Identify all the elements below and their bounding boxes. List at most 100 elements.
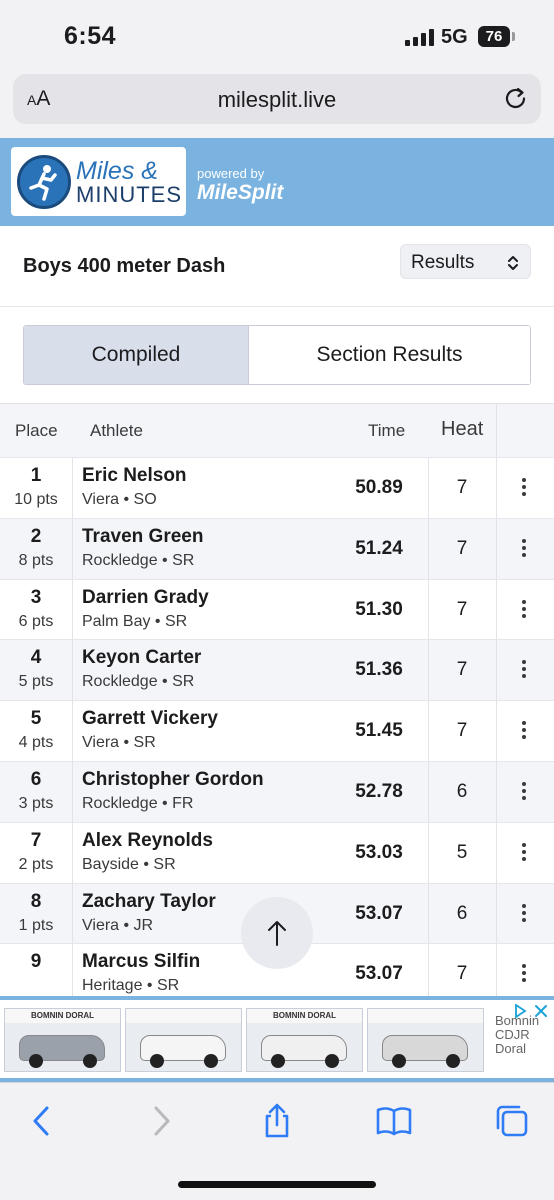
table-row[interactable]: 6 3 pts Christopher Gordon Rockledge • FR 52… — [0, 760, 554, 822]
car-wheel — [446, 1054, 460, 1068]
result-time: 50.89 — [355, 477, 403, 498]
column-separator — [72, 458, 73, 518]
more-options-icon[interactable] — [515, 721, 533, 741]
results-select[interactable]: Results — [400, 244, 531, 279]
signal-icon — [405, 29, 435, 46]
table-row[interactable]: 2 8 pts Traven Green Rockledge • SR 51.24 7 — [0, 517, 554, 579]
place: 7 — [30, 829, 42, 851]
more-options-icon[interactable] — [515, 903, 533, 924]
table-row[interactable]: 3 6 pts Darrien Grady Palm Bay • SR 51.30 7 — [0, 578, 554, 640]
results-view-toggle: Compiled Section Results — [23, 325, 531, 385]
divider — [0, 306, 554, 307]
runner-icon — [17, 155, 71, 209]
more-options-icon[interactable] — [515, 478, 533, 498]
status-bar: 6:54 5G 76 — [0, 0, 554, 70]
scroll-to-top-button[interactable] — [241, 897, 313, 969]
more-options-icon[interactable] — [515, 842, 533, 863]
points: 3 pts — [18, 794, 54, 812]
place: 2 — [30, 525, 42, 547]
car-wheel — [204, 1054, 218, 1068]
more-options-icon[interactable] — [515, 599, 533, 620]
column-separator — [496, 701, 497, 761]
table-row[interactable]: 7 2 pts Alex Reynolds Bayside • SR 53.03 5 — [0, 821, 554, 883]
reload-icon[interactable] — [503, 86, 529, 112]
header-athlete[interactable]: Athlete — [90, 421, 143, 441]
athlete-name[interactable]: Christopher Gordon — [82, 769, 264, 791]
column-separator — [496, 640, 497, 701]
athlete-name[interactable]: Garrett Vickery — [82, 708, 218, 730]
ad-car-image[interactable]: BOMNIN DORAL — [246, 1008, 363, 1072]
ad-car-image[interactable] — [125, 1008, 242, 1072]
bookmarks-icon[interactable] — [376, 1103, 412, 1139]
more-options-icon[interactable] — [515, 660, 533, 680]
column-separator — [496, 822, 497, 883]
column-separator — [72, 944, 73, 998]
table-row[interactable]: 1 10 pts Eric Nelson Viera • SO 50.89 7 — [0, 457, 554, 518]
site-banner: Miles & MINUTES powered by MileSplit — [0, 138, 554, 226]
address-bar[interactable]: AA milesplit.live — [13, 74, 541, 124]
browser-address-area: AA milesplit.live — [0, 70, 554, 138]
header-heat[interactable]: Heat — [441, 418, 483, 441]
dealer-sign: BOMNIN DORAL — [247, 1009, 362, 1023]
url-text[interactable]: milesplit.live — [13, 87, 541, 113]
athlete-name[interactable]: Darrien Grady — [82, 587, 209, 609]
place: 5 — [30, 708, 42, 730]
network-label: 5G — [441, 26, 468, 48]
car-wheel — [150, 1054, 164, 1068]
points: 6 pts — [18, 612, 54, 630]
heat-number: 7 — [456, 537, 468, 559]
ad-car-image[interactable]: BOMNIN DORAL — [4, 1008, 121, 1072]
header-time[interactable]: Time — [368, 421, 405, 441]
more-options-icon[interactable] — [515, 538, 533, 559]
ad-car-image[interactable] — [367, 1008, 484, 1072]
car-wheel — [29, 1054, 43, 1068]
column-separator — [72, 701, 73, 761]
points: 1 pts — [18, 916, 54, 934]
athlete-team: Viera • JR — [82, 916, 154, 934]
tab-compiled[interactable]: Compiled — [24, 326, 248, 384]
forward-icon[interactable] — [143, 1103, 179, 1139]
athlete-team: Bayside • SR — [82, 855, 176, 873]
battery-icon: 76 — [478, 26, 510, 47]
heat-number: 7 — [456, 659, 468, 681]
heat-number: 7 — [456, 720, 468, 742]
column-separator — [496, 579, 497, 640]
points: 10 pts — [14, 491, 58, 508]
athlete-team: Viera • SO — [82, 491, 157, 508]
ad-banner[interactable]: BOMNIN DORAL BOMNIN DORAL Bomnin CDJR Dor… — [0, 996, 554, 1082]
logo-minutes-text: MINUTES — [76, 182, 182, 207]
athlete-name[interactable]: Alex Reynolds — [82, 830, 213, 852]
table-header: Place Athlete Time Heat — [0, 404, 554, 457]
tab-section-results[interactable]: Section Results — [248, 326, 530, 384]
table-row[interactable]: 4 5 pts Keyon Carter Rockledge • SR 51.36 7 — [0, 639, 554, 701]
column-separator — [72, 822, 73, 883]
tabs-icon[interactable] — [494, 1103, 530, 1139]
back-icon[interactable] — [24, 1103, 60, 1139]
column-separator — [496, 883, 497, 944]
athlete-name[interactable]: Keyon Carter — [82, 647, 201, 669]
dealer-sign: BOMNIN DORAL — [5, 1009, 120, 1023]
header-place[interactable]: Place — [15, 421, 58, 441]
car-wheel — [271, 1054, 285, 1068]
home-indicator — [178, 1181, 376, 1188]
athlete-name[interactable]: Traven Green — [82, 526, 203, 548]
place: 1 — [30, 465, 42, 486]
table-row[interactable]: 5 4 pts Garrett Vickery Viera • SR 51.45 7 — [0, 700, 554, 761]
column-separator — [496, 518, 497, 579]
ad-side-text: Bomnin CDJR Doral — [495, 1013, 540, 1056]
more-options-icon[interactable] — [515, 964, 533, 984]
share-icon[interactable] — [259, 1103, 295, 1139]
heat-number: 5 — [456, 841, 468, 863]
column-separator — [496, 944, 497, 998]
status-time: 6:54 — [64, 22, 117, 50]
more-options-icon[interactable] — [515, 781, 533, 802]
heat-number: 7 — [456, 963, 468, 985]
miles-minutes-logo[interactable]: Miles & MINUTES — [11, 147, 186, 216]
dealer-sign — [368, 1009, 483, 1023]
athlete-name[interactable]: Zachary Taylor — [82, 891, 216, 913]
athlete-name[interactable]: Eric Nelson — [82, 465, 187, 487]
column-separator — [496, 761, 497, 822]
athlete-name[interactable]: Marcus Silfin — [82, 951, 200, 973]
milesplit-logo[interactable]: MileSplit — [197, 181, 283, 205]
results-select-value: Results — [411, 252, 475, 273]
